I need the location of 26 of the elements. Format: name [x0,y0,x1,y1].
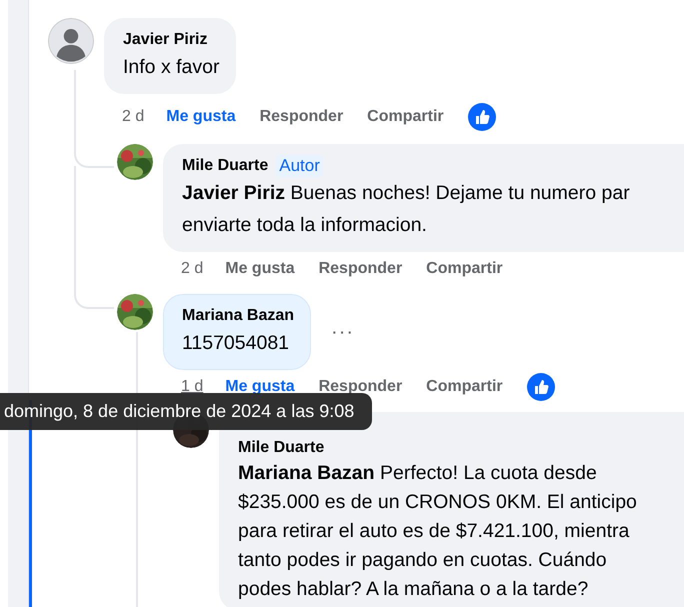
comment-text: 1157054081 [182,331,290,356]
comment-text: Mariana Bazan Perfecto! La cuota desde $235.000 es de un CRONOS 0KM. El anticipo para retirar el auto es de $7.421.100, mientra tanto podes ir pagando en cuotas. Cuándo podes hablar? A la mañana o a la tarde? [238,461,638,602]
reply-link[interactable]: Responder [318,378,402,396]
author-name[interactable]: Javier Piriz [123,29,208,51]
date-tooltip: domingo, 8 de diciembre de 2024 a las 9:08 [0,393,372,430]
reply-link[interactable]: Responder [318,260,402,278]
like-link[interactable]: Me gusta [166,108,236,126]
like-reaction-icon[interactable] [468,103,496,131]
like-link[interactable]: Me gusta [225,378,295,396]
share-link[interactable]: Compartir [426,378,503,396]
author-name[interactable]: Mile Duarte [238,437,324,459]
more-button[interactable]: ··· [327,320,358,344]
share-link[interactable]: Compartir [367,108,444,126]
share-link[interactable]: Compartir [426,260,503,278]
timestamp-link[interactable]: 2 d [122,108,144,126]
author-badge: Autor [276,155,323,177]
comment-text: Info x favor [123,55,220,80]
timestamp-link[interactable]: 1 d [181,378,204,396]
timestamp-link[interactable]: 2 d [181,260,204,278]
like-link[interactable]: Me gusta [225,260,295,278]
avatar-icon[interactable] [48,18,94,64]
author-name[interactable]: Mile Duarte [182,155,268,177]
author-name[interactable]: Mariana Bazan [182,305,294,327]
reply-link[interactable]: Responder [260,108,344,126]
comment-text: Javier Piriz Buenas noches! Dejame tu numero par enviarte toda la informacion. [182,181,631,238]
like-reaction-icon[interactable] [526,373,555,401]
